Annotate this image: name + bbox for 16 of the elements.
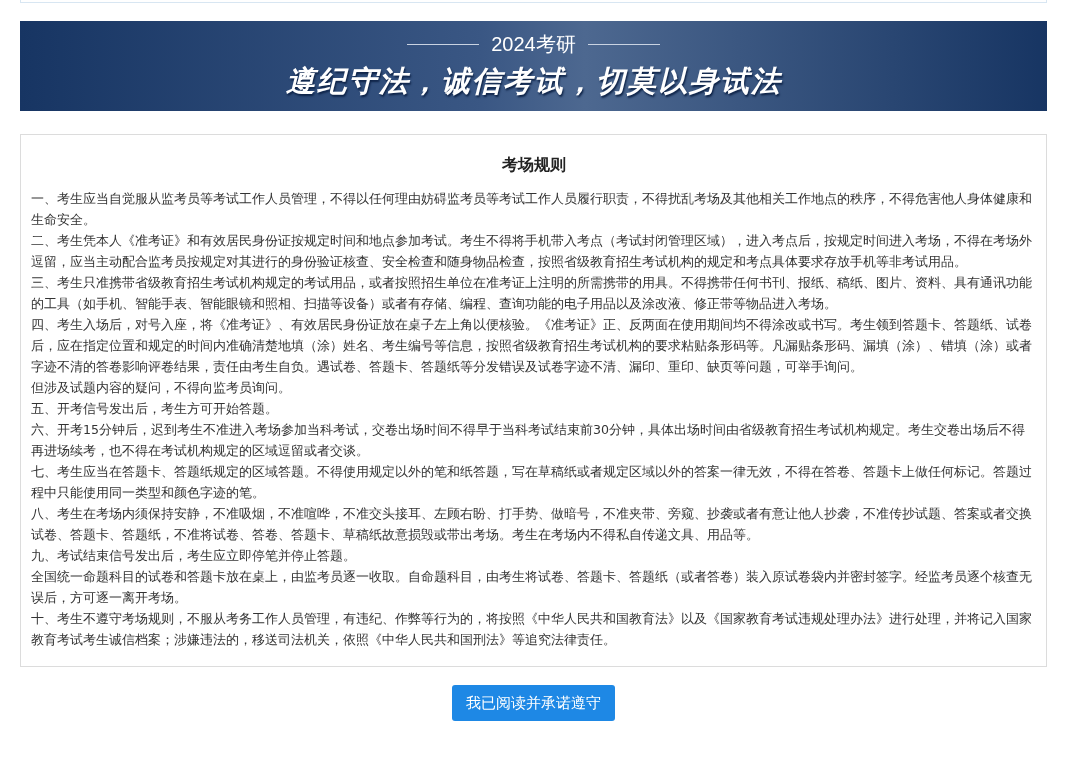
rule-paragraph: 但涉及试题内容的疑问，不得向监考员询问。 bbox=[31, 379, 292, 397]
rule-paragraph: 十、考生不遵守考场规则，不服从考务工作人员管理，有违纪、作弊等行为的，将按照《中华人民共和国教育法》以及《国家教育考试违规处理办法》进行处理，并将记入国家教育考试考生诚信档案；涉嫌违法的，移送司法机关，依照《中华人民共和国刑法》等追究法律责任。 bbox=[31, 610, 1033, 649]
rule-paragraph: 四、考生入场后，对号入座，将《准考证》、有效居民身份证放在桌子左上角以便核验。《准考证》正、反两面在使用期间均不得涂改或书写。考生领到答题卡、答题纸、试卷后，应在指定位置和规定的时间内准确清楚地填（涂）姓名、考生编号等信息，按照省级教育招生考试机构的要求粘贴条形码等。凡漏贴条形码、漏填（涂）、错填（涂）或者字迹不清的答卷影响评卷结果，责任由考生自负。遇试卷、答题卡、答题纸等分发错误及试卷字迹不清、漏印、重印、缺页等问题，可举手询问。 bbox=[31, 316, 1033, 376]
rule-paragraph: 五、开考信号发出后，考生方可开始答题。 bbox=[31, 400, 279, 418]
rule-paragraph: 六、开考15分钟后，迟到考生不准进入考场参加当科考试，交卷出场时间不得早于当科考试结束前30分钟，具体出场时间由省级教育招生考试机构规定。考生交卷出场后不得再进场续考，也不得在考试机构规定的区域逗留或者交谈。 bbox=[31, 421, 1027, 460]
rule-paragraph: 三、考生只准携带省级教育招生考试机构规定的考试用品，或者按照招生单位在准考证上注明的所需携带的用具。不得携带任何书刊、报纸、稿纸、图片、资料、具有通讯功能的工具（如手机、智能手表、智能眼镜和照相、扫描等设备）或者有存储、编程、查询功能的电子用品以及涂改液、修正带等物品进入考场。 bbox=[31, 274, 1033, 313]
rule-paragraph: 一、考生应当自觉服从监考员等考试工作人员管理，不得以任何理由妨碍监考员等考试工作人员履行职责，不得扰乱考场及其他相关工作地点的秩序，不得危害他人身体健康和生命安全。 bbox=[31, 190, 1033, 229]
rule-paragraph: 八、考生在考场内须保持安静，不准吸烟，不准喧哗，不准交头接耳、左顾右盼、打手势、做暗号，不准夹带、旁窥、抄袭或者有意让他人抄袭，不准传抄试题、答案或者交换试卷、答题卡、答题纸，不准将试卷、答卷、答题卡、草稿纸故意损毁或带出考场。考生在考场内不得私自传递文具、用品等。 bbox=[31, 505, 1033, 544]
rule-paragraph: 全国统一命题科目的试卷和答题卡放在桌上，由监考员逐一收取。自命题科目，由考生将试卷、答题卡、答题纸（或者答卷）装入原试卷袋内并密封签字。经监考员逐个核查无误后，方可逐一离开考场。 bbox=[31, 568, 1033, 607]
banner-slogan: 遵纪守法，诚信考试，切莫以身试法 bbox=[285, 62, 782, 100]
rule-paragraph: 七、考生应当在答题卡、答题纸规定的区域答题。不得使用规定以外的笔和纸答题，写在草稿纸或者规定区域以外的答案一律无效，不得在答卷、答题卡上做任何标记。答题过程中只能使用同一类型和颜色字迹的笔。 bbox=[31, 463, 1033, 502]
agree-button[interactable]: 我已阅读并承诺遵守 bbox=[452, 685, 615, 721]
rule-paragraph: 二、考生凭本人《准考证》和有效居民身份证按规定时间和地点参加考试。考生不得将手机带入考点（考试封闭管理区域），进入考点后，按规定时间进入考场，不得在考场外逗留，应当主动配合监考员按规定对其进行的身份验证核查、安全检查和随身物品检查，按照省级教育招生考试机构的规定和考点具体要求存放手机等非考试用品。 bbox=[31, 232, 1033, 271]
banner-subtitle: 2024考研 bbox=[491, 31, 576, 57]
rule-paragraph: 九、考试结束信号发出后，考生应立即停笔并停止答题。 bbox=[31, 547, 357, 565]
rules-title: 考场规则 bbox=[500, 155, 567, 176]
